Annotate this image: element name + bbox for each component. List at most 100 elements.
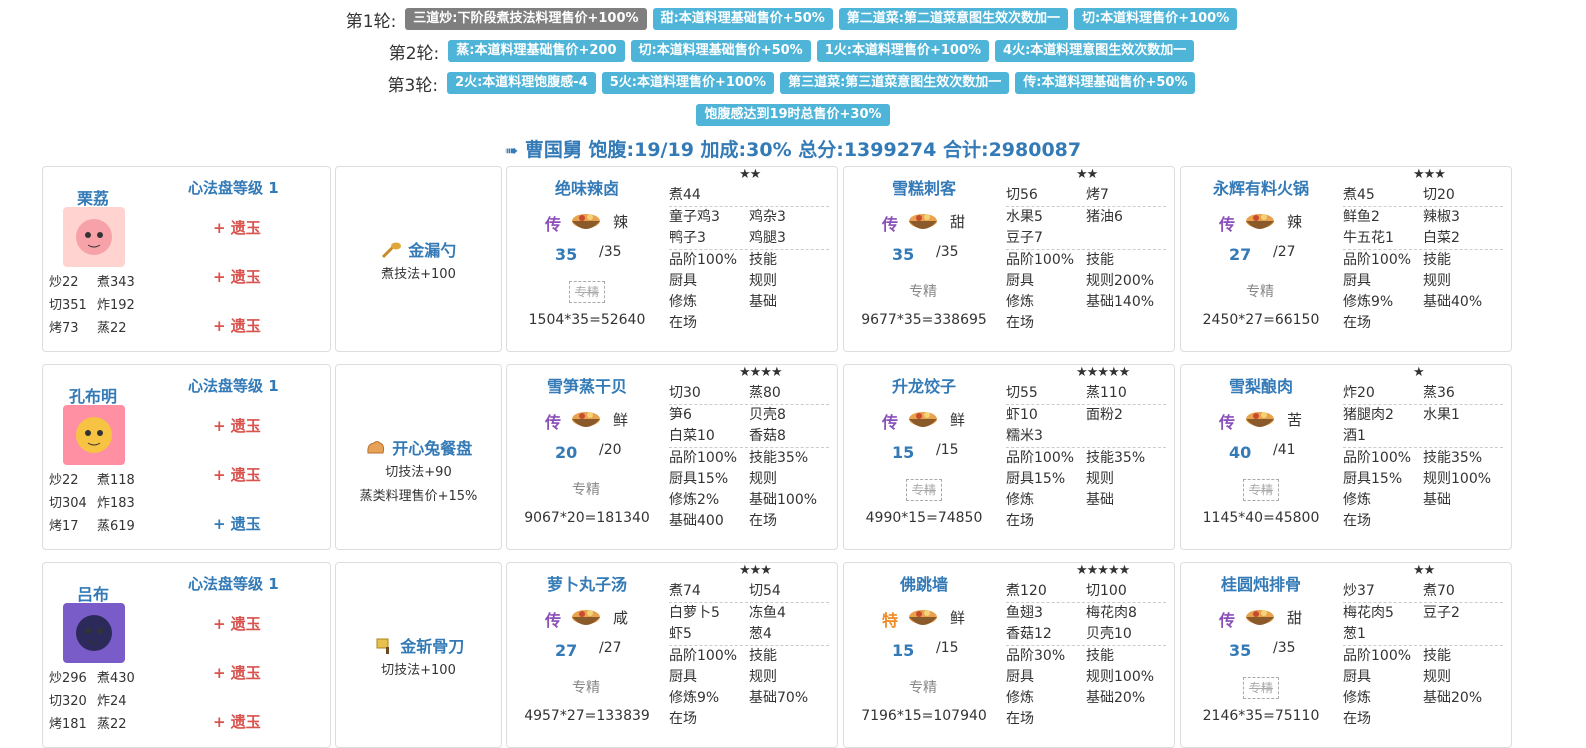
dish-quantity[interactable]: 40 [1229, 443, 1251, 462]
equipment-card[interactable]: 金漏勺 煮技法+100 [335, 166, 502, 352]
info-value: 鲜鱼2 [1343, 209, 1380, 225]
round-tag[interactable]: 切:本道料理基础售价+50% [630, 40, 811, 62]
chef-card[interactable]: 孔布明 炒22 煮118 切304 炸183 烤17 蒸619 心法盘等级 1 + 遗玉 +… [42, 364, 331, 550]
info-value: 规则 [1423, 273, 1451, 289]
info-value: 豆子2 [1423, 605, 1460, 621]
dish-name[interactable]: 佛跳墙 [844, 571, 1004, 595]
mitten-icon [365, 440, 387, 461]
info-value: 厨具 [1006, 273, 1034, 289]
info-value: 鸡腿3 [749, 230, 786, 246]
chef-card[interactable]: 吕布 炒296 煮430 切320 炸24 烤181 蒸22 心法盘等级 1 + 遗玉 + … [42, 562, 331, 748]
info-value: 冻鱼4 [749, 605, 786, 621]
fullness-bonus-tag[interactable]: 饱腹感达到19时总售价+30% [696, 104, 890, 126]
info-value: 修炼9% [1343, 294, 1394, 310]
info-value [1086, 313, 1166, 334]
round-tag[interactable]: 第三道菜:第三道菜意图生效次数加一 [780, 72, 1010, 94]
info-value: 规则100% [1086, 669, 1155, 685]
dish-name[interactable]: 雪笋蒸干贝 [507, 373, 667, 397]
dish-quantity[interactable]: 20 [555, 443, 577, 462]
dish-name[interactable]: 永辉有料火锅 [1181, 175, 1341, 199]
heart-disc-level[interactable]: 心法盘等级 1 [188, 177, 279, 198]
info-value: 规则 [749, 273, 777, 289]
dish-name[interactable]: 升龙饺子 [844, 373, 1004, 397]
dish-card[interactable]: 绝味辣卤 ★★ 传 辣 35 /35 专精 1504*35=52640 煮44 童… [506, 166, 838, 352]
dish-quantity[interactable]: 15 [892, 443, 914, 462]
dish-name[interactable]: 绝味辣卤 [507, 175, 667, 199]
rarity-stars: ★★★★ [739, 365, 783, 380]
dish-quantity-max: /20 [599, 442, 622, 458]
dish-quantity[interactable]: 35 [892, 245, 914, 264]
info-row: 品阶100% 技能35% [1006, 448, 1166, 469]
add-jade-button[interactable]: + 遗玉 [213, 711, 261, 732]
chef-avatar[interactable] [63, 603, 125, 663]
dish-taste: 咸 [613, 609, 629, 627]
info-value: 豆子7 [1006, 230, 1043, 246]
add-jade-button[interactable]: + 遗玉 [213, 513, 261, 534]
dish-card[interactable]: 桂圆炖排骨 ★★ 传 甜 35 /35 专精 2146*35=75110 炒37… [1180, 562, 1512, 748]
add-jade-button[interactable]: + 遗玉 [213, 217, 261, 238]
info-row: 修炼 基础 [669, 292, 829, 313]
dish-card[interactable]: 升龙饺子 ★★★★★ 传 鲜 15 /15 专精 4990*15=74850 切… [843, 364, 1175, 550]
info-section: 品阶100% 技能 厨具 规则 修炼9% 基础70% 在场 [669, 646, 829, 730]
round-tag[interactable]: 传:本道料理基础售价+50% [1015, 72, 1196, 94]
dish-card[interactable]: 雪糕刺客 ★★ 传 甜 35 /35 专精 9677*35=338695 切56… [843, 166, 1175, 352]
info-row: 修炼9% 基础40% [1343, 292, 1503, 313]
dish-name[interactable]: 桂圆炖排骨 [1181, 571, 1341, 595]
round-tag[interactable]: 三道炒:下阶段煮技法料理售价+100% [405, 8, 647, 30]
info-value: 技能35% [1086, 450, 1146, 466]
dish-name[interactable]: 雪糕刺客 [844, 175, 1004, 199]
info-section: 煮120 切100 [1006, 581, 1166, 603]
dish-card[interactable]: 萝卜丸子汤 ★★★ 传 咸 27 /27 专精 4957*27=133839 煮… [506, 562, 838, 748]
round-tag[interactable]: 1火:本道料理售价+100% [816, 40, 990, 62]
info-value: 品阶100% [1343, 648, 1412, 664]
info-section: 白萝卜5 冻鱼4 虾5 葱4 [669, 603, 829, 646]
heart-disc-level[interactable]: 心法盘等级 1 [188, 375, 279, 396]
add-jade-button[interactable]: + 遗玉 [213, 464, 261, 485]
chef-name[interactable]: 吕布 [51, 581, 135, 605]
info-row: 修炼9% 基础70% [669, 688, 829, 709]
info-row: 水果5 猪油6 [1006, 207, 1166, 228]
info-row: 品阶100% 技能 [669, 250, 829, 271]
round-tag[interactable]: 5火:本道料理售价+100% [601, 72, 775, 94]
dish-card[interactable]: 永辉有料火锅 ★★★ 传 辣 27 /27 专精 2450*27=66150 煮… [1180, 166, 1512, 352]
round-tag[interactable]: 第二道菜:第二道菜意图生效次数加一 [838, 8, 1068, 30]
round-tag[interactable]: 4火:本道料理意图生效次数加一 [995, 40, 1195, 62]
dish-name[interactable]: 萝卜丸子汤 [507, 571, 667, 595]
add-jade-button[interactable]: + 遗玉 [213, 662, 261, 683]
rounds-header: 第1轮: 三道炒:下阶段煮技法料理售价+100% 甜:本道料理基础售价+50% … [0, 0, 1586, 167]
dish-quantity[interactable]: 35 [1229, 641, 1251, 660]
dish-quantity[interactable]: 35 [555, 245, 577, 264]
round-row-3: 第3轮: 2火:本道料理饱腹感-4 5火:本道料理售价+100% 第三道菜:第三… [0, 67, 1586, 99]
dish-card[interactable]: 佛跳墙 ★★★★★ 特 鲜 15 /15 专精 7196*15=107940 煮… [843, 562, 1175, 748]
round-tag[interactable]: 切:本道料理售价+100% [1073, 8, 1238, 30]
chef-card[interactable]: 栗荔 炒22 煮343 切351 炸192 烤73 蒸22 心法盘等级 1 + 遗玉 + 遗… [42, 166, 331, 352]
chef-name[interactable]: 孔布明 [51, 383, 135, 407]
dish-card[interactable]: 雪笋蒸干贝 ★★★★ 传 鲜 20 /20 专精 9067*20=181340 … [506, 364, 838, 550]
info-row: 葱1 [1343, 624, 1503, 645]
add-jade-button[interactable]: + 遗玉 [213, 266, 261, 287]
heart-disc-level[interactable]: 心法盘等级 1 [188, 573, 279, 594]
add-jade-button[interactable]: + 遗玉 [213, 415, 261, 436]
dish-quantity-max: /41 [1273, 442, 1296, 458]
dish-name[interactable]: 雪梨酿肉 [1181, 373, 1341, 397]
info-value: 技能 [749, 648, 777, 664]
round-tag[interactable]: 蒸:本道料理基础售价+200 [448, 40, 625, 62]
round-label: 第2轮: [388, 43, 440, 64]
round-tag[interactable]: 2火:本道料理饱腹感-4 [447, 72, 596, 94]
round-tag[interactable]: 甜:本道料理基础售价+50% [652, 8, 833, 30]
dish-card[interactable]: 雪梨酿肉 ★ 传 苦 40 /41 专精 1145*40=45800 炸20 蒸3… [1180, 364, 1512, 550]
add-jade-button[interactable]: + 遗玉 [213, 613, 261, 634]
specialty-label: 专精 [1243, 479, 1279, 501]
dish-quantity[interactable]: 15 [892, 641, 914, 660]
round-label: 第3轮: [387, 75, 439, 96]
chef-avatar[interactable] [63, 207, 125, 267]
dish-quantity[interactable]: 27 [1229, 245, 1251, 264]
add-jade-button[interactable]: + 遗玉 [213, 315, 261, 336]
info-value: 技能 [1423, 252, 1451, 268]
info-value: 修炼2% [669, 492, 720, 508]
equipment-card[interactable]: 金斩骨刀 切技法+100 [335, 562, 502, 748]
chef-name[interactable]: 栗荔 [51, 185, 135, 209]
dish-quantity[interactable]: 27 [555, 641, 577, 660]
chef-avatar[interactable] [63, 405, 125, 465]
equipment-card[interactable]: 开心兔餐盘 切技法+90 蒸类料理售价+15% [335, 364, 502, 550]
